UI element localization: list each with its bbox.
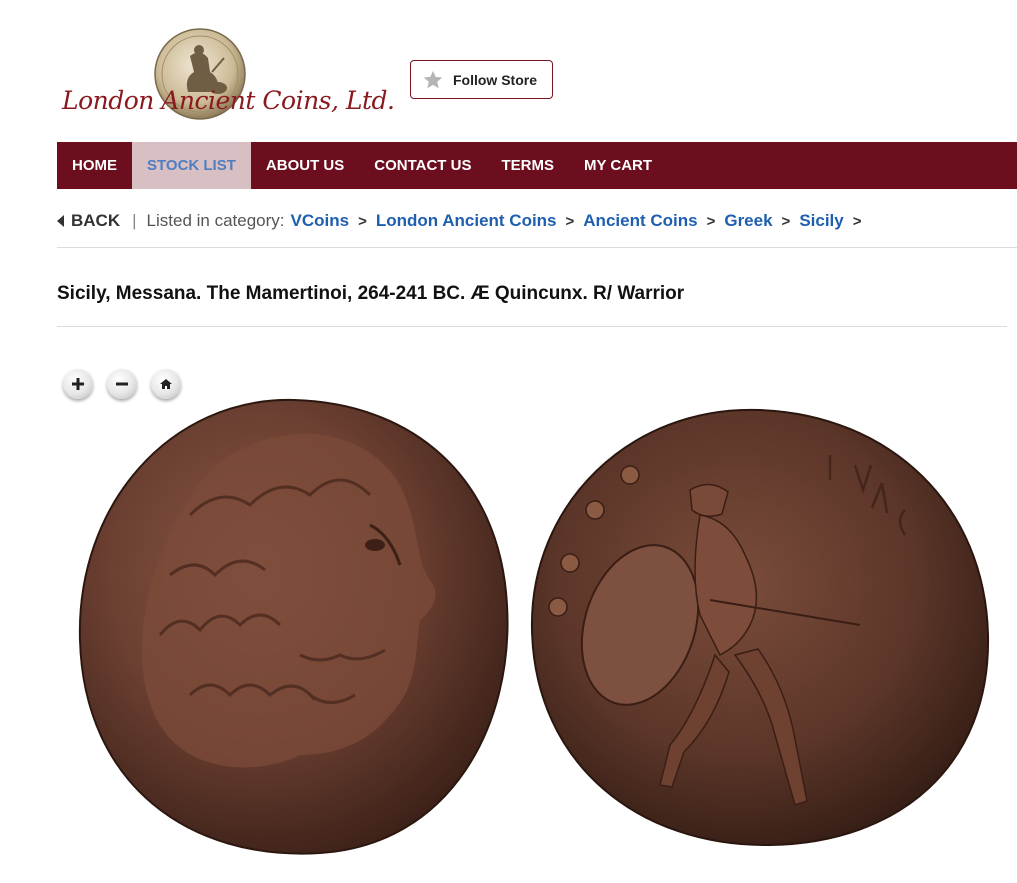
back-button[interactable]: BACK — [57, 211, 120, 231]
coin-obverse — [78, 398, 509, 855]
breadcrumb-arrow: > — [706, 212, 716, 230]
store-logo[interactable]: London Ancient Coins, Ltd. — [58, 26, 395, 126]
back-arrow-icon — [57, 215, 64, 227]
nav-home[interactable]: HOME — [57, 142, 132, 189]
breadcrumb-separator: | — [132, 211, 137, 230]
breadcrumb: BACK | Listed in category: VCoins > Lond… — [57, 210, 871, 232]
breadcrumb-arrow: > — [781, 212, 791, 230]
zoom-out-icon — [116, 382, 128, 386]
nav-my-cart[interactable]: MY CART — [569, 142, 667, 189]
star-icon — [423, 70, 443, 88]
listed-in-label: Listed in category: — [146, 211, 285, 230]
breadcrumb-arrow: > — [358, 212, 367, 230]
breadcrumb-arrow: > — [565, 212, 575, 230]
breadcrumb-link-greek[interactable]: Greek — [724, 211, 772, 231]
breadcrumb-arrow: > — [852, 212, 862, 230]
logo-text: London Ancient Coins, Ltd. — [62, 86, 395, 115]
main-nav: HOME STOCK LIST ABOUT US CONTACT US TERM… — [57, 142, 1017, 189]
divider — [57, 326, 1007, 327]
breadcrumb-link-sicily[interactable]: Sicily — [799, 211, 843, 231]
nav-terms[interactable]: TERMS — [486, 142, 569, 189]
breadcrumb-link-vcoins[interactable]: VCoins — [291, 211, 350, 231]
coin-reverse — [530, 408, 990, 847]
nav-about-us[interactable]: ABOUT US — [251, 142, 359, 189]
nav-stock-list[interactable]: STOCK LIST — [132, 142, 251, 189]
breadcrumb-link-ancient-coins[interactable]: Ancient Coins — [583, 211, 697, 231]
follow-store-label: Follow Store — [453, 71, 537, 88]
breadcrumb-link-london-ancient-coins[interactable]: London Ancient Coins — [376, 211, 557, 231]
divider — [57, 247, 1017, 248]
coin-image[interactable] — [70, 395, 1000, 865]
item-title: Sicily, Messana. The Mamertinoi, 264-241… — [57, 283, 685, 304]
follow-store-button[interactable]: Follow Store — [410, 60, 553, 99]
back-label: BACK — [71, 211, 121, 230]
home-icon — [160, 379, 172, 389]
nav-contact-us[interactable]: CONTACT US — [359, 142, 486, 189]
zoom-in-icon — [72, 378, 84, 390]
